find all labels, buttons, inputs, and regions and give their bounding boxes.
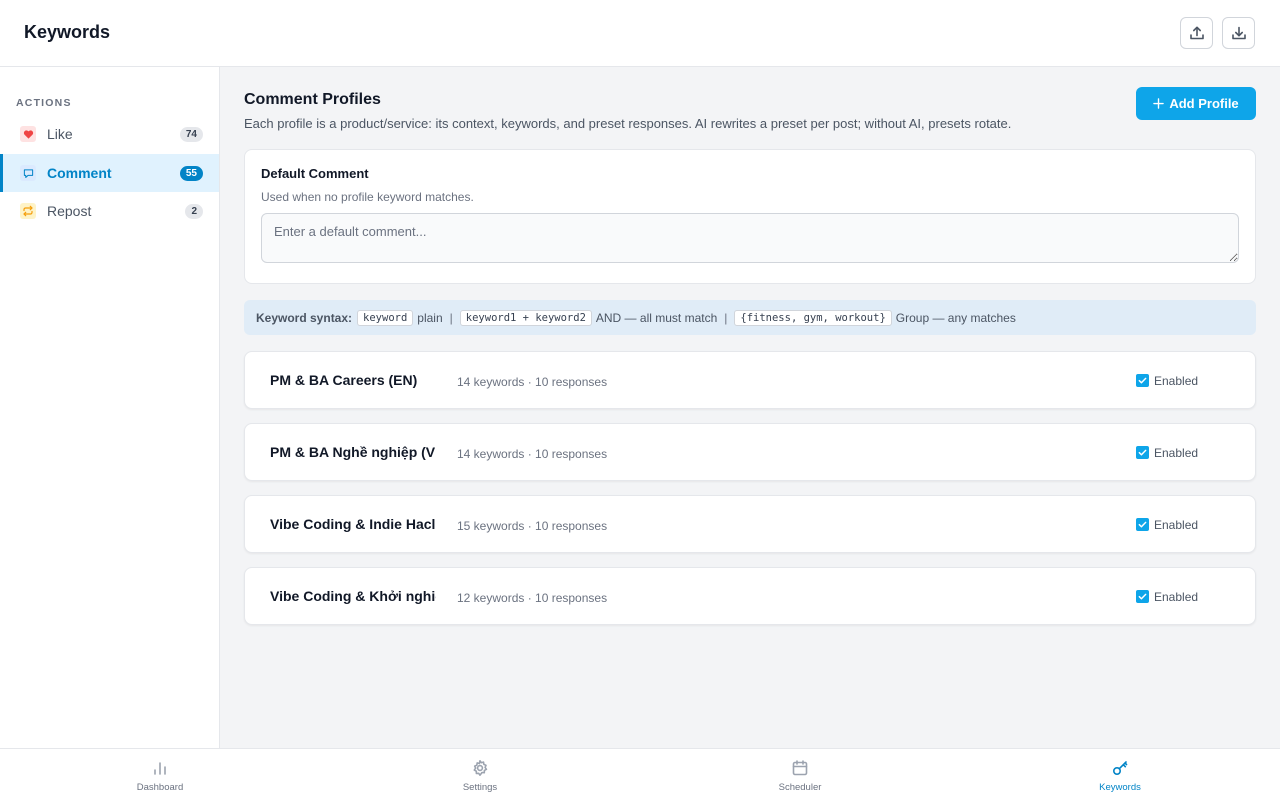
enabled-label: Enabled xyxy=(1154,590,1199,604)
keyword-syntax-hint: Keyword syntax: keyword plain | keyword1… xyxy=(244,300,1256,335)
sidebar: ACTIONS Like 74 Comment 55 Repost 2 xyxy=(0,67,220,748)
enabled-checkbox[interactable] xyxy=(1136,446,1149,459)
repost-icon xyxy=(20,203,36,219)
sidebar-item-label: Comment xyxy=(47,165,112,181)
nav-dashboard[interactable]: Dashboard xyxy=(80,749,240,800)
sidebar-item-label: Like xyxy=(47,126,73,142)
nav-label: Dashboard xyxy=(136,782,184,793)
add-profile-label: Add Profile xyxy=(1169,96,1239,111)
section-title: Comment Profiles xyxy=(244,91,381,108)
syntax-desc-and: AND — all must match xyxy=(595,310,718,325)
sidebar-section-label: ACTIONS xyxy=(16,97,72,109)
syntax-label: Keyword syntax: xyxy=(256,310,353,325)
syntax-example-and: keyword1 + keyword2 xyxy=(459,309,592,326)
bottom-nav: Dashboard Settings Scheduler Keywords xyxy=(0,748,1280,800)
profile-name: Vibe Coding & Khởi nghiệ xyxy=(270,588,436,604)
profile-name: Vibe Coding & Indie Hacl xyxy=(270,516,436,532)
syntax-desc-group: Group — any matches xyxy=(895,310,1016,325)
add-profile-button[interactable]: Add Profile xyxy=(1136,87,1256,120)
profile-meta: 14 keywords · 10 responses xyxy=(457,375,608,389)
enabled-checkbox[interactable] xyxy=(1136,374,1149,387)
profile-meta: 14 keywords · 10 responses xyxy=(457,447,608,461)
profile-name: PM & BA Careers (EN) xyxy=(270,372,418,388)
profile-name: PM & BA Nghề nghiệp (V xyxy=(270,444,436,460)
default-comment-card: Default Comment Used when no profile key… xyxy=(244,149,1256,284)
page-title: Keywords xyxy=(24,22,111,42)
bar-chart-icon xyxy=(154,762,166,775)
download-button[interactable] xyxy=(1222,17,1255,49)
enabled-label: Enabled xyxy=(1154,518,1199,532)
syntax-separator: | xyxy=(449,310,453,325)
profile-card[interactable]: PM & BA Careers (EN) 14 keywords · 10 re… xyxy=(244,351,1256,409)
gear-icon xyxy=(473,760,488,776)
profile-card[interactable]: PM & BA Nghề nghiệp (V 14 keywords · 10 … xyxy=(244,423,1256,481)
nav-label: Scheduler xyxy=(778,782,822,793)
sidebar-item-like[interactable]: Like 74 xyxy=(0,115,219,153)
upload-icon xyxy=(1189,26,1204,40)
download-icon xyxy=(1231,26,1246,40)
enabled-label: Enabled xyxy=(1154,374,1199,388)
comment-icon xyxy=(20,165,36,181)
nav-settings[interactable]: Settings xyxy=(400,749,560,800)
sidebar-item-repost[interactable]: Repost 2 xyxy=(0,192,219,230)
nav-label: Keywords xyxy=(1099,782,1141,793)
profile-meta: 12 keywords · 10 responses xyxy=(457,591,608,605)
syntax-example-group: {fitness, gym, workout} xyxy=(734,309,892,326)
default-comment-help: Used when no profile keyword matches. xyxy=(261,190,474,204)
sidebar-item-comment[interactable]: Comment 55 xyxy=(0,154,219,192)
calendar-icon xyxy=(792,760,808,776)
sidebar-item-label: Repost xyxy=(47,203,92,219)
key-icon xyxy=(1112,761,1128,776)
count-badge: 55 xyxy=(179,165,203,181)
upload-button[interactable] xyxy=(1180,17,1213,49)
syntax-separator: | xyxy=(724,310,728,325)
default-comment-title: Default Comment xyxy=(261,166,369,181)
section-description: Each profile is a product/service: its c… xyxy=(244,116,1012,131)
syntax-desc-plain: plain xyxy=(417,310,443,325)
syntax-example-plain: keyword xyxy=(357,309,414,326)
enabled-label: Enabled xyxy=(1154,446,1199,460)
default-comment-input[interactable] xyxy=(261,213,1239,263)
nav-keywords[interactable]: Keywords xyxy=(1040,749,1200,800)
nav-label: Settings xyxy=(462,782,498,793)
enabled-checkbox[interactable] xyxy=(1136,518,1149,531)
enabled-checkbox[interactable] xyxy=(1136,590,1149,603)
heart-icon xyxy=(20,126,36,142)
profile-card[interactable]: Vibe Coding & Indie Hacl 15 keywords · 1… xyxy=(244,495,1256,553)
nav-scheduler[interactable]: Scheduler xyxy=(720,749,880,800)
profile-card[interactable]: Vibe Coding & Khởi nghiệ 12 keywords · 1… xyxy=(244,567,1256,625)
app-header: Keywords xyxy=(0,0,1280,67)
count-badge: 74 xyxy=(179,126,203,142)
profile-meta: 15 keywords · 10 responses xyxy=(457,519,608,533)
plus-icon xyxy=(1153,98,1165,109)
count-badge: 2 xyxy=(185,203,203,219)
